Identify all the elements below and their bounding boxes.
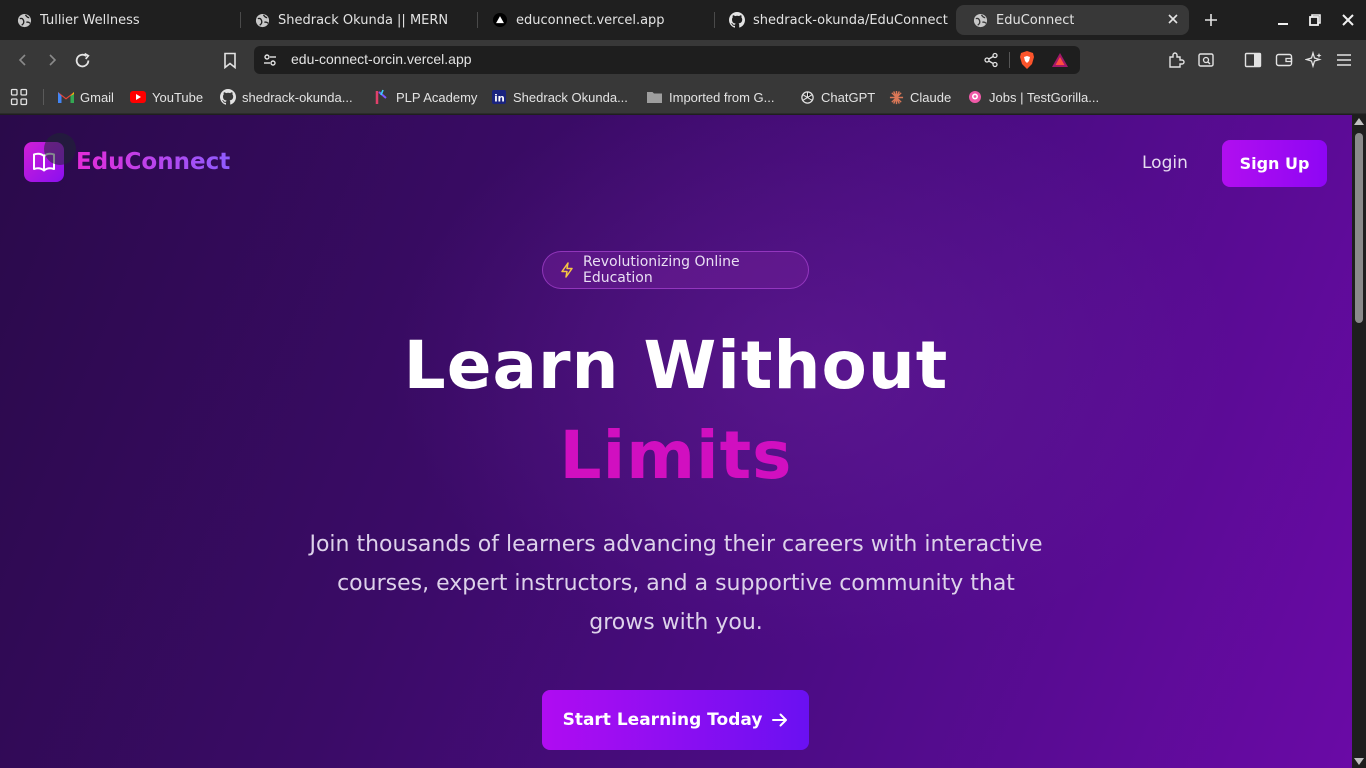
tab-tullier-wellness[interactable]: Tullier Wellness <box>0 5 240 35</box>
globe-icon <box>972 12 988 28</box>
reader-mode-icon[interactable] <box>1195 49 1217 71</box>
tab-title: Shedrack Okunda || MERN <box>278 12 449 28</box>
sidebar-icon[interactable] <box>1242 49 1264 71</box>
restore-window-icon[interactable] <box>1305 10 1325 30</box>
chatgpt-icon <box>799 89 815 105</box>
apps-grid-icon[interactable] <box>10 87 28 107</box>
bookmark-label: Imported from G... <box>669 89 775 105</box>
close-window-icon[interactable] <box>1338 10 1358 30</box>
scroll-up-arrow-icon[interactable] <box>1354 118 1364 125</box>
bookmark-chatgpt[interactable]: ChatGPT <box>799 87 875 107</box>
linkedin-icon: in <box>491 89 507 105</box>
bookmark-gmail[interactable]: Gmail <box>58 87 114 107</box>
bookmark-youtube[interactable]: YouTube <box>130 87 203 107</box>
page-viewport: EduConnect Login Sign Up Revolutionizing… <box>0 115 1352 768</box>
bookmark-label: Claude <box>910 89 952 105</box>
brave-rewards-icon[interactable] <box>1051 52 1069 72</box>
claude-icon <box>888 89 904 105</box>
tab-shedrack-okunda-mern[interactable]: Shedrack Okunda || MERN <box>238 5 478 35</box>
tab-title: educonnect.vercel.app <box>516 12 665 28</box>
bookmark-label: Gmail <box>80 89 114 105</box>
forward-arrow-icon[interactable] <box>41 49 63 71</box>
folder-icon <box>646 89 663 105</box>
reload-icon[interactable] <box>71 49 93 71</box>
tab-title: EduConnect <box>996 12 1075 28</box>
github-icon <box>729 12 745 28</box>
svg-text:in: in <box>494 94 505 105</box>
bookmark-label: YouTube <box>152 89 204 105</box>
bookmark-linkedin[interactable]: in Shedrack Okunda... <box>491 87 628 107</box>
arrow-right-icon <box>772 713 788 727</box>
browser-toolbar: edu-connect-orcin.vercel.app <box>0 40 1366 80</box>
brand-name: EduConnect <box>76 149 231 175</box>
badge-text: Revolutionizing Online Education <box>583 254 740 286</box>
youtube-icon <box>130 89 146 105</box>
tab-educonnect-vercel[interactable]: educonnect.vercel.app <box>476 5 716 35</box>
extensions-icon[interactable] <box>1165 49 1187 71</box>
divider <box>1009 52 1010 68</box>
tab-title: shedrack-okunda/EduConnect <box>753 12 948 28</box>
bookmark-claude[interactable]: Claude <box>888 87 951 107</box>
headline-line-2: Limits <box>559 417 793 494</box>
bookmark-github-profile[interactable]: shedrack-okunda... <box>220 87 353 107</box>
bookmark-label: Jobs | TestGorilla... <box>989 89 1100 105</box>
cta-label: Start Learning Today <box>562 710 763 730</box>
start-learning-button[interactable]: Start Learning Today <box>542 690 809 750</box>
close-tab-icon[interactable] <box>1165 12 1181 28</box>
share-icon[interactable] <box>983 52 999 72</box>
back-arrow-icon[interactable] <box>12 49 34 71</box>
address-bar[interactable]: edu-connect-orcin.vercel.app <box>254 46 1080 74</box>
github-icon <box>220 89 236 105</box>
url-text: edu-connect-orcin.vercel.app <box>291 51 472 67</box>
scroll-down-arrow-icon[interactable] <box>1354 758 1364 765</box>
vercel-icon <box>492 12 508 28</box>
globe-icon <box>16 12 32 28</box>
lightning-icon <box>560 262 574 278</box>
bookmark-icon[interactable] <box>219 49 241 71</box>
gmail-icon <box>58 89 74 105</box>
bookmark-imported-folder[interactable]: Imported from G... <box>646 87 774 107</box>
tab-strip: Tullier Wellness Shedrack Okunda || MERN… <box>0 0 1366 40</box>
globe-icon <box>254 12 270 28</box>
new-tab-button[interactable] <box>1202 11 1220 29</box>
login-link[interactable]: Login <box>1142 153 1188 173</box>
bookmark-testgorilla[interactable]: Jobs | TestGorilla... <box>967 87 1099 107</box>
bookmark-label: ChatGPT <box>821 89 876 105</box>
hero-subtext: Join thousands of learners advancing the… <box>309 532 1043 635</box>
bookmark-label: shedrack-okunda... <box>242 89 353 105</box>
headline-line-1: Learn Without <box>403 327 949 404</box>
wallet-icon[interactable] <box>1273 49 1295 71</box>
leo-ai-icon[interactable] <box>1303 49 1325 71</box>
bookmark-label: PLP Academy <box>396 89 478 105</box>
menu-icon[interactable] <box>1333 49 1355 71</box>
tab-github-educonnect[interactable]: shedrack-okunda/EduConnect <box>713 5 953 35</box>
sign-up-button[interactable]: Sign Up <box>1222 140 1327 187</box>
brave-shields-icon[interactable] <box>1018 50 1036 74</box>
tab-educonnect-active[interactable]: EduConnect <box>956 5 1189 35</box>
minimize-window-icon[interactable] <box>1273 10 1293 30</box>
bookmark-label: Shedrack Okunda... <box>513 89 628 105</box>
tab-title: Tullier Wellness <box>40 12 140 28</box>
bookmark-plp-academy[interactable]: PLP Academy <box>374 87 477 107</box>
site-settings-icon[interactable] <box>262 52 278 72</box>
scroll-thumb[interactable] <box>1355 133 1363 323</box>
announcement-badge: Revolutionizing Online Education <box>542 251 809 289</box>
testgorilla-icon <box>967 89 983 105</box>
divider <box>43 89 44 105</box>
plp-icon <box>374 89 390 105</box>
bookmarks-bar: Gmail YouTube shedrack-okunda... PLP Aca… <box>0 80 1366 114</box>
decorative-dot <box>44 133 76 165</box>
page-scrollbar[interactable] <box>1352 115 1366 768</box>
